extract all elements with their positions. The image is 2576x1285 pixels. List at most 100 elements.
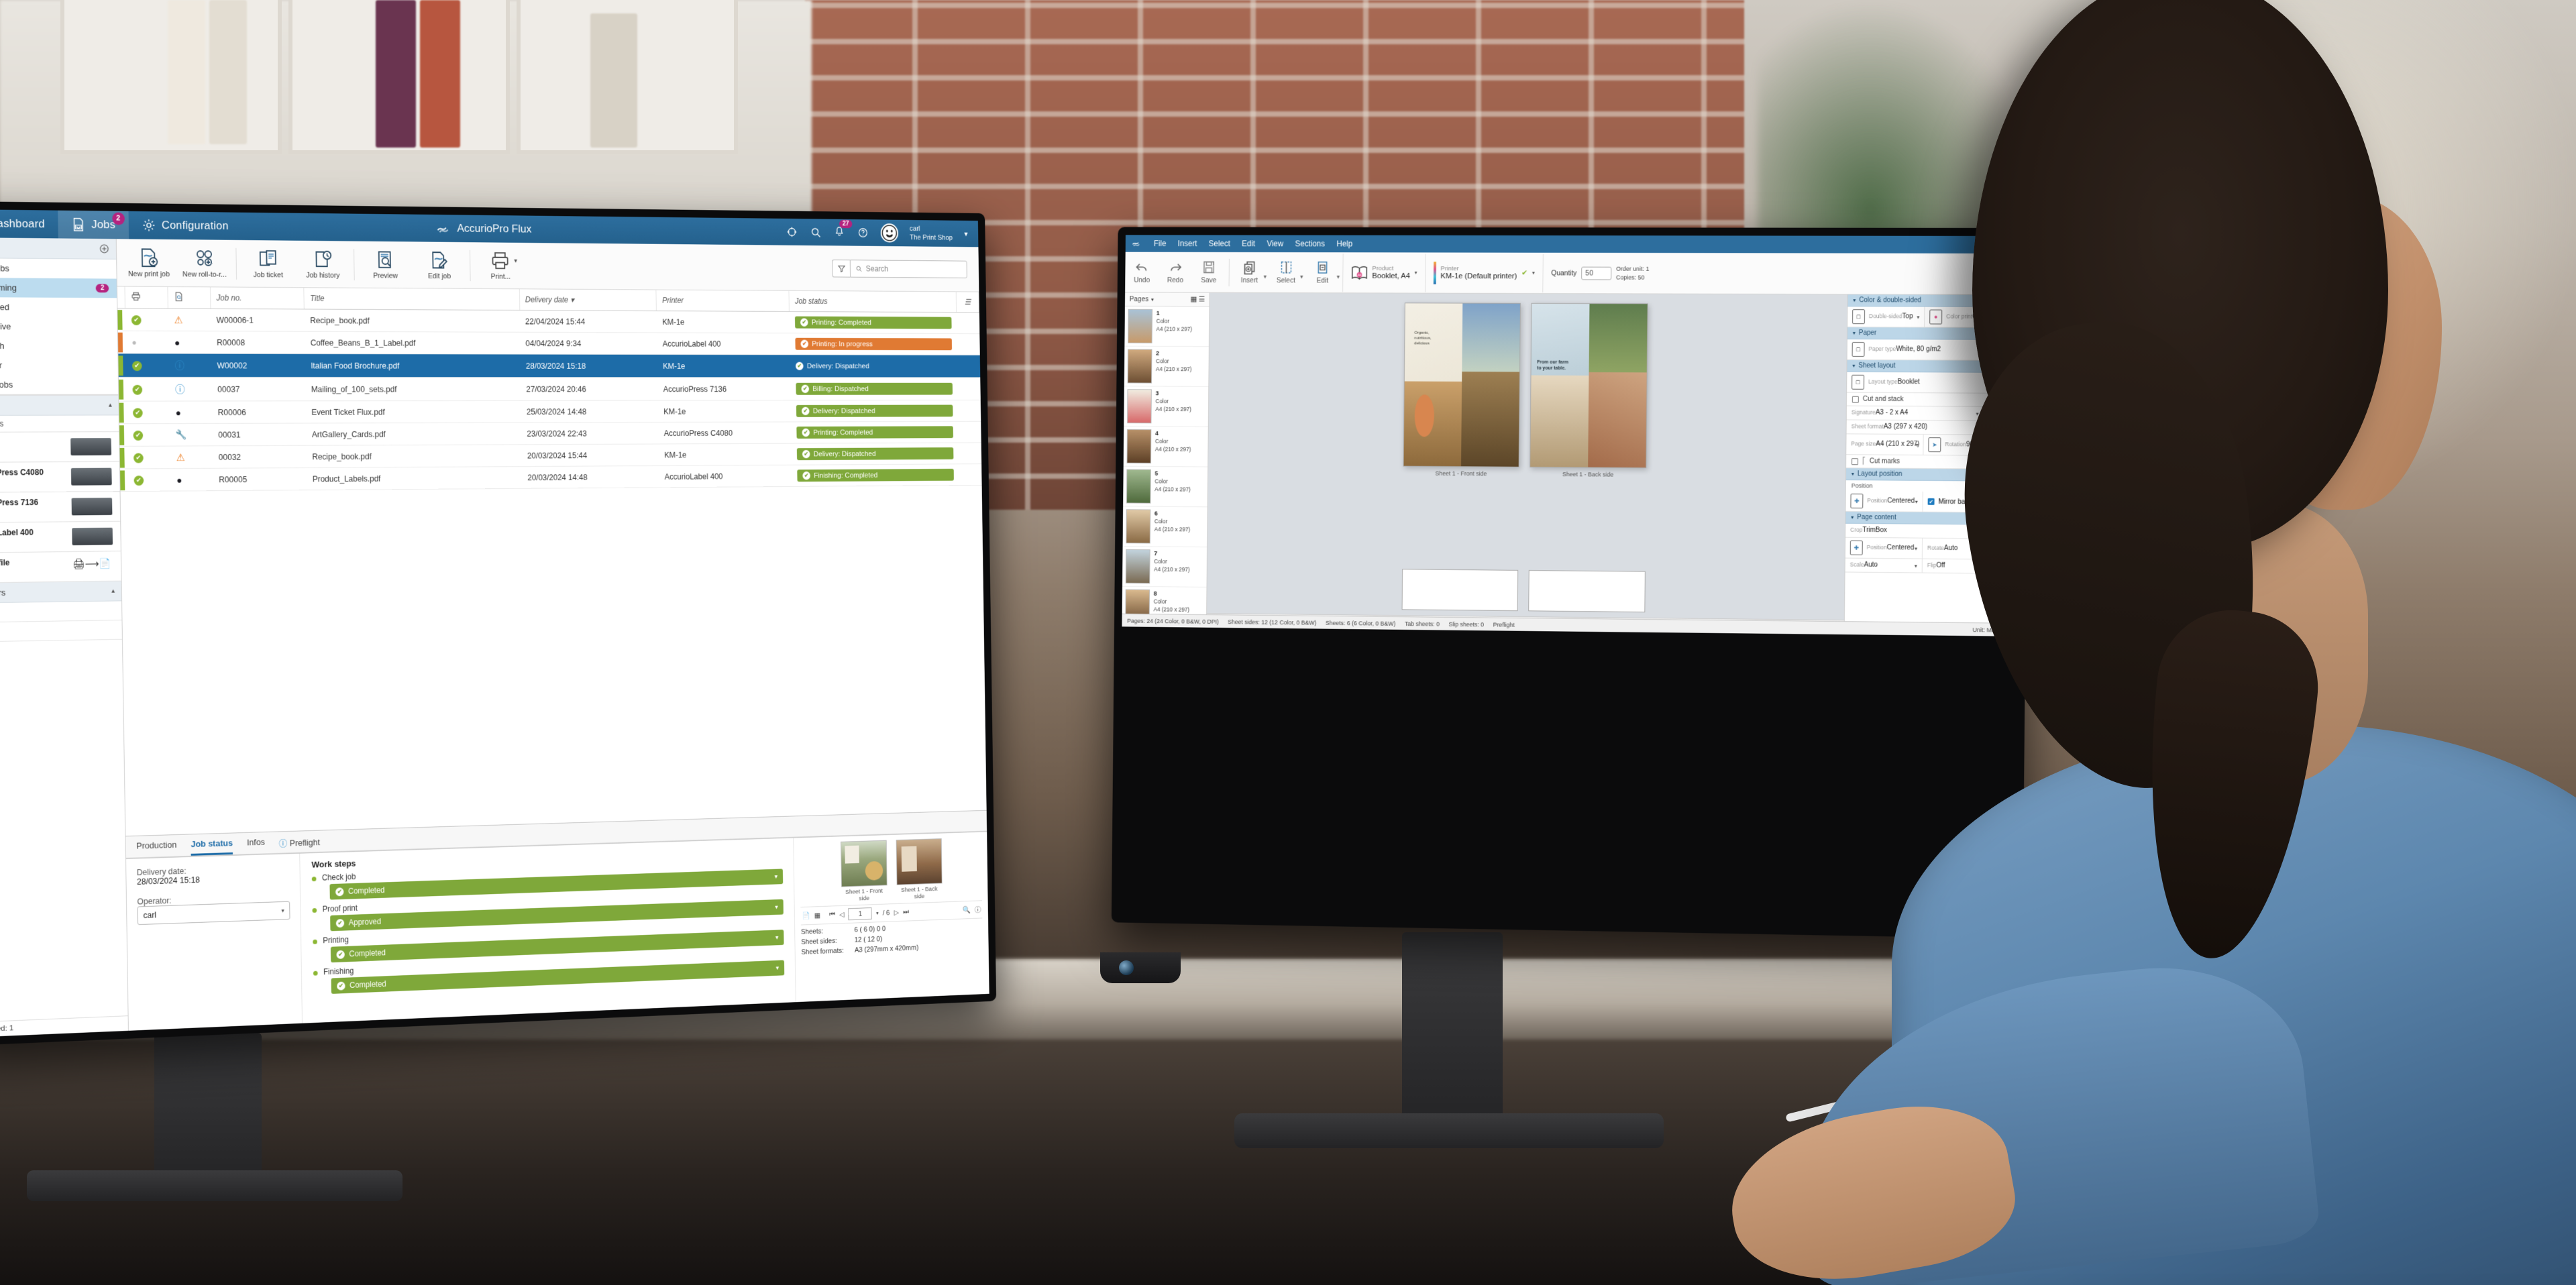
chevron-down-icon[interactable]: ▾ [1264,273,1267,280]
last-page-button[interactable]: ⏭ [903,908,909,917]
select-button[interactable]: Select [1269,254,1303,292]
row-options[interactable] [957,333,980,355]
page-list-item[interactable]: 6 Color A4 (210 x 297) [1122,506,1208,548]
chevron-down-icon[interactable]: ▾ [876,910,879,916]
pages-list[interactable]: 1 Color A4 (210 x 297) 2 Color A4 (210 x 297)… [1122,306,1210,628]
insert-button[interactable]: Insert [1232,253,1267,291]
property-position[interactable]: ✚ PositionCentered ▾ [1845,491,1922,512]
prev-page-button[interactable]: ◁ [839,910,845,919]
vtab-layout[interactable]: ▦ Layout [2002,297,2030,329]
first-page-button[interactable]: ⏮ [829,911,835,919]
preview-button[interactable]: Preview [358,242,413,287]
printer-item[interactable]: AccurioPress 7136Ready [0,492,121,523]
property-paper-type[interactable]: □ Paper typeWhite, 80 g/m2 ▾ [1847,339,2002,360]
edit-button[interactable]: Edit [1305,254,1340,292]
new-print-job-button[interactable]: New print job [121,240,177,286]
redo-button[interactable]: Redo [1159,253,1192,291]
table-row[interactable]: ✔ ⚠ W00006-1 Recipe_book.pdf 22/04/2024 15:4… [117,308,979,334]
menu-insert[interactable]: Insert [1178,239,1197,248]
row-options[interactable] [956,312,979,334]
col-options[interactable]: ☰ [956,292,979,313]
menu-help[interactable]: Help [1336,239,1352,249]
all-printers-label[interactable]: All printers [0,415,119,433]
col-preflight-state[interactable] [168,286,211,309]
chevron-up-icon[interactable]: ▴ [109,402,112,409]
menu-sections[interactable]: Sections [1295,239,1325,249]
tab-production[interactable]: Production [136,840,176,858]
sidebar-item-error[interactable]: ❌Error [0,355,118,375]
property-color-print[interactable]: ● Color printColor ▾ [1924,306,2002,327]
row-options[interactable] [959,463,982,486]
col-title[interactable]: Title [303,288,520,311]
printer-field[interactable]: Printer KM-1e (Default printer) ✔ ▾ [1424,253,1543,292]
job-ticket-button[interactable]: Job ticket [240,241,296,286]
property-page-size[interactable]: Page sizeA4 (210 x 297) ▾ [1846,434,1923,455]
zoom-preview-icon[interactable]: 🔍 [963,905,971,914]
property-rotate[interactable]: RotateAuto ▾ [1921,538,2000,559]
sidebar-item-incoming[interactable]: 📥Incoming2 [0,277,117,298]
vtab-finishing[interactable]: 📄 Finishing [2002,329,2029,359]
layout-canvas[interactable]: Organic, nutritious, delicious Sheet 1 -… [1206,292,1847,635]
sheet-front[interactable]: Organic, nutritious, delicious [1403,302,1521,467]
property-group-header[interactable]: ▾ Sheet layout [1847,359,2002,373]
product-field[interactable]: A4 Product Booklet, A4 ▾ [1342,253,1426,292]
col-job-status[interactable]: Job status [789,290,957,313]
vtab-infos[interactable]: 📄 Infos [2000,489,2029,520]
property-group-header[interactable]: ▾ Paper [1847,327,2002,340]
tab-job-status[interactable]: Job status [191,838,233,856]
filter-button[interactable] [832,259,851,278]
view-single-icon[interactable]: 📄 [802,911,810,920]
menu-edit[interactable]: Edit [1242,239,1255,248]
target-icon[interactable] [786,225,798,238]
chevron-down-icon[interactable]: ▾ [1337,274,1340,281]
quantity-input[interactable]: 50 [1581,266,1612,280]
operator-item[interactable]: carl [0,620,122,642]
row-options[interactable] [957,355,980,378]
chevron-down-icon[interactable]: ▾ [964,229,967,238]
sidebar-item-printed[interactable]: 🖨Printed [0,297,117,317]
save-button[interactable]: Save [1192,253,1226,291]
sidebar-item-my-jobs[interactable]: 📋My jobs [0,375,118,394]
preview-thumb[interactable]: Sheet 1 - Front side [840,840,888,903]
chevron-down-icon[interactable]: ▾ [514,258,517,265]
edit-signature-button[interactable]: ✎ [1983,406,2001,421]
table-row[interactable]: ✔ ● R00005 Product_Labels.pdf 20/03/2024 14:… [119,463,982,492]
property-signature[interactable]: SignatureA3 - 2 x A4 ▾ [1847,406,1984,421]
menu-select[interactable]: Select [1209,239,1230,248]
col-printer[interactable]: Printer [656,290,790,312]
chevron-down-icon[interactable]: ▾ [2026,271,2029,277]
page-list-item[interactable]: 4 Color A4 (210 x 297) [1123,426,1208,467]
status-preflight[interactable]: Preflight [1493,621,1515,628]
nav-configuration[interactable]: Configuration [128,211,241,240]
page-input[interactable]: 1 [848,907,873,921]
grid-view-icon[interactable]: ▦ [1190,296,1197,304]
page-list-item[interactable]: 5 Color A4 (210 x 297) [1123,466,1208,508]
menu-view[interactable]: View [1267,239,1283,248]
vtab-objects[interactable]: ▣ Objects [2000,427,2029,458]
vtab-crop-move-rotate[interactable]: ↻ Crop, move & rotate [2001,390,2029,427]
sidebar-item-archive[interactable]: 🗃Archive [0,317,117,337]
property-position[interactable]: ✚ PositionCentered ▾ [1845,538,1922,559]
property-sheet-format[interactable]: Sheet formatA3 (297 x 420) ▾ [1847,420,2001,434]
menu-file[interactable]: File [1154,239,1167,248]
page-list-item[interactable]: 3 Color A4 (210 x 297) [1124,386,1209,427]
property-double-sided[interactable]: □ Double-sidedTop ▾ [1847,306,1924,327]
property-group-header[interactable]: ▾ Color & double-sided [1847,294,2002,307]
search-icon[interactable] [810,226,822,239]
sidebar-item-trash[interactable]: 🗑Trash [0,336,117,355]
page-list-item[interactable]: 2 Color A4 (210 x 297) [1124,346,1209,387]
sheet-next-back[interactable] [1528,570,1646,613]
property-scale[interactable]: ScaleAuto ▾ [1845,559,1922,573]
nav-jobs[interactable]: Jobs 2 [58,210,129,239]
property-rotation[interactable]: ➤ Rotation90° ▾ [1923,435,2001,455]
property-group-header[interactable]: ▾ Layout position [1845,468,2000,482]
new-roll-to-roll-button[interactable]: New roll-to-r... [176,241,233,286]
undo-button[interactable]: Undo [1125,253,1159,291]
print-button[interactable]: Print... ▾ [474,243,534,288]
list-view-icon[interactable]: ☰ [1199,296,1205,304]
row-options[interactable] [958,421,981,443]
row-options[interactable] [957,377,981,400]
col-print-state[interactable] [125,286,168,309]
property-crop[interactable]: CropTrimBox ▾ [1845,524,2000,539]
row-options[interactable] [958,442,981,464]
